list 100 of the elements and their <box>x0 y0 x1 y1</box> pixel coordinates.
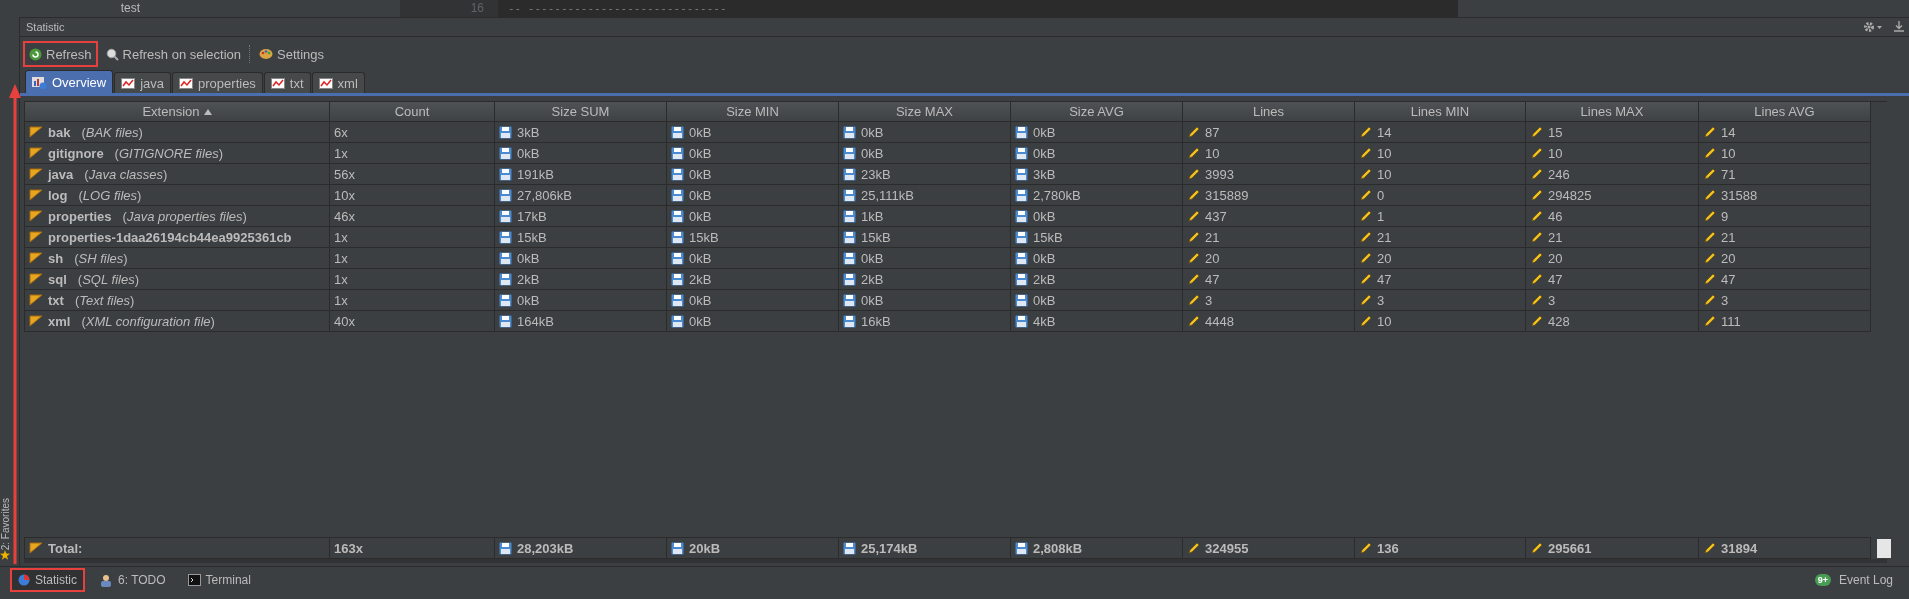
table-cell: 14 <box>1377 124 1392 140</box>
table-cell: 111 <box>1721 313 1741 329</box>
file-type-description: (BAK files) <box>81 124 143 140</box>
extension-name: sh <box>48 250 64 266</box>
column-header[interactable]: Lines MIN <box>1355 102 1526 122</box>
tree-item[interactable]: test <box>120 1 140 16</box>
statistic-tool-tab[interactable]: Statistic <box>10 568 85 592</box>
pencil-icon <box>1703 125 1716 139</box>
table-cell: 0kB <box>689 313 712 329</box>
column-header[interactable]: Lines AVG <box>1699 102 1871 122</box>
favorites-tab[interactable]: 2: Favorites <box>0 497 11 550</box>
pencil-icon <box>1530 125 1543 139</box>
code-line: -- ------------------------------ <box>508 1 727 16</box>
triangle-icon <box>29 126 43 138</box>
pencil-icon <box>1703 230 1716 244</box>
person-icon <box>99 573 113 587</box>
column-header[interactable]: Count <box>330 102 495 122</box>
total-cell: 163x <box>334 540 363 556</box>
floppy-icon <box>671 541 684 555</box>
table-cell: 47 <box>1548 271 1563 287</box>
pencil-icon <box>1530 293 1543 307</box>
tab[interactable]: Overview <box>25 70 114 93</box>
file-type-description: (LOG files) <box>78 187 142 203</box>
table-cell: 0kB <box>689 124 712 140</box>
table-cell: 3 <box>1548 292 1556 308</box>
pencil-icon <box>1187 146 1200 160</box>
table-cell: 1kB <box>861 208 884 224</box>
table-cell: 2kB <box>861 271 884 287</box>
table-cell: 15kB <box>517 229 547 245</box>
table-cell: 2,780kB <box>1033 187 1081 203</box>
table-cell: 6x <box>334 124 348 140</box>
floppy-icon <box>499 167 512 181</box>
floppy-icon <box>1015 167 1028 181</box>
table-cell: 17kB <box>517 208 547 224</box>
triangle-icon <box>29 231 43 243</box>
table-cell: 191kB <box>517 166 554 182</box>
total-cell: 136 <box>1377 540 1399 556</box>
floppy-icon <box>499 125 512 139</box>
floppy-icon <box>1015 293 1028 307</box>
floppy-icon <box>1015 314 1028 328</box>
floppy-icon <box>671 188 684 202</box>
floppy-icon <box>1015 272 1028 286</box>
table-cell: 21 <box>1205 229 1220 245</box>
floppy-icon <box>671 146 684 160</box>
floppy-icon <box>1015 146 1028 160</box>
panel-title: Statistic <box>26 21 65 33</box>
column-header[interactable]: Extension <box>25 102 330 122</box>
column-header[interactable]: Size MIN <box>667 102 839 122</box>
table-cell: 246 <box>1548 166 1570 182</box>
extension-name: log <box>48 187 68 203</box>
extension-name: properties-1daa26194cb44ea9925361cb <box>48 229 292 245</box>
file-type-description: (Java classes) <box>84 166 168 182</box>
floppy-icon <box>671 293 684 307</box>
table-cell: 0kB <box>689 166 712 182</box>
table-cell: 0kB <box>1033 250 1056 266</box>
tab[interactable]: txt <box>263 72 311 93</box>
tab[interactable]: xml <box>311 72 365 93</box>
column-header[interactable]: Size MAX <box>839 102 1011 122</box>
notification-badge: 9+ <box>1814 574 1831 586</box>
total-cell: 295661 <box>1548 540 1592 556</box>
pencil-icon <box>1359 209 1372 223</box>
table-cell: 3kB <box>1033 166 1056 182</box>
table-cell: 27,806kB <box>517 187 572 203</box>
tab[interactable]: properties <box>172 72 263 93</box>
refresh-on-selection-button[interactable]: Refresh on selection <box>99 41 248 67</box>
table-cell: 9 <box>1721 208 1729 224</box>
settings-icon[interactable] <box>1863 21 1883 33</box>
floppy-icon <box>1015 541 1028 555</box>
terminal-tool-tab[interactable]: Terminal <box>179 568 259 592</box>
pencil-icon <box>1703 146 1716 160</box>
total-cell: 324955 <box>1205 540 1249 556</box>
pencil-icon <box>1530 541 1543 555</box>
pencil-icon <box>1703 209 1716 223</box>
floppy-icon <box>843 251 856 265</box>
hide-icon[interactable] <box>1893 21 1905 33</box>
pencil-icon <box>1187 167 1200 181</box>
event-log-button[interactable]: Event Log <box>1834 568 1897 592</box>
refresh-button[interactable]: Refresh <box>23 41 98 67</box>
table-cell: 14 <box>1721 124 1736 140</box>
extension-name: java <box>48 166 74 182</box>
table-cell: 56x <box>334 166 355 182</box>
table-cell: 437 <box>1205 208 1227 224</box>
column-header[interactable]: Lines <box>1183 102 1355 122</box>
column-header[interactable]: Size SUM <box>495 102 667 122</box>
settings-button[interactable]: Settings <box>253 41 331 67</box>
triangle-icon <box>29 168 43 180</box>
table-cell: 0kB <box>1033 145 1056 161</box>
table-cell: 21 <box>1721 229 1736 245</box>
file-type-description: (GITIGNORE files) <box>114 145 223 161</box>
todo-tool-tab[interactable]: 6: TODO <box>91 568 174 592</box>
table-cell: 40x <box>334 313 355 329</box>
table-cell: 3 <box>1377 292 1385 308</box>
floppy-icon <box>671 230 684 244</box>
column-header[interactable]: Lines MAX <box>1526 102 1699 122</box>
floppy-icon <box>671 251 684 265</box>
column-header[interactable]: Size AVG <box>1011 102 1183 122</box>
chart-icon <box>32 75 47 89</box>
table-cell: 23kB <box>861 166 891 182</box>
tab[interactable]: java <box>114 72 172 93</box>
extension-name: properties <box>48 208 112 224</box>
